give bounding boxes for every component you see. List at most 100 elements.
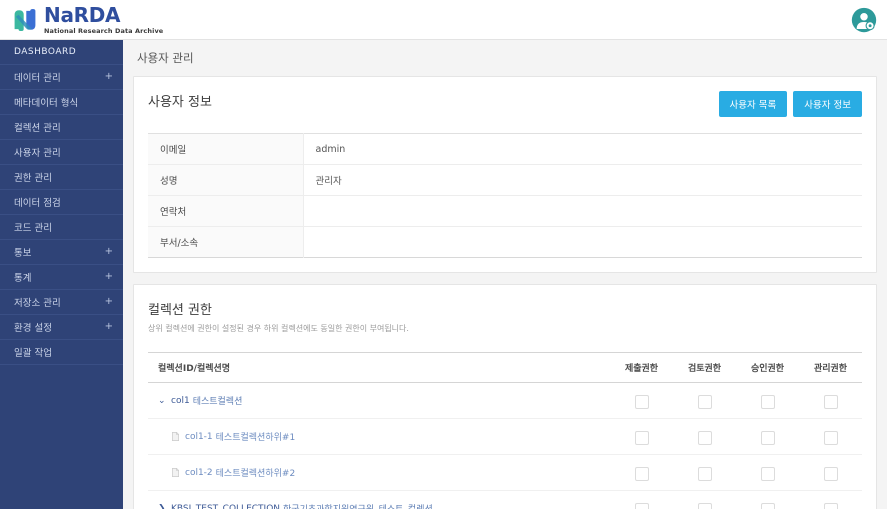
- table-row: ⌄ col1 테스트컬렉션: [148, 383, 862, 419]
- submit-permission-checkbox[interactable]: [634, 430, 649, 445]
- sidebar-item-label: 통보: [14, 248, 32, 259]
- chevron-right-icon[interactable]: ❯: [158, 504, 166, 509]
- approve-permission-checkbox[interactable]: [760, 502, 775, 509]
- collection-name-cell[interactable]: ⌄ col1 테스트컬렉션: [148, 383, 610, 419]
- permission-cell: [673, 419, 736, 455]
- collection-permission-table: 컬렉션ID/컬렉션명 제출권한 검토권한 승인권한 관리권한 ⌄ col1 테스…: [148, 352, 862, 509]
- sidebar-item-label: 사용자 관리: [14, 148, 61, 159]
- row-value: admin: [315, 143, 346, 155]
- user-info-button-group: 사용자 목록 사용자 정보: [718, 91, 862, 117]
- user-list-button[interactable]: 사용자 목록: [718, 91, 788, 117]
- sidebar-item-metadata-format[interactable]: 메타데이터 형식: [0, 90, 123, 115]
- table-row: 성명 관리자: [148, 164, 862, 196]
- brand-title: NaRDA: [44, 2, 121, 27]
- submit-permission-checkbox[interactable]: [634, 466, 649, 481]
- header-collection-name: 컬렉션ID/컬렉션명: [148, 352, 610, 383]
- row-label: 연락처: [148, 195, 304, 227]
- collection-id: col1-1: [185, 431, 213, 442]
- main-content: 사용자 관리 사용자 정보 사용자 목록 사용자 정보 이메일 admin 성명…: [123, 40, 887, 509]
- sidebar-item-label: 일괄 작업: [14, 348, 52, 359]
- review-permission-checkbox[interactable]: [697, 502, 712, 509]
- permission-cell: [673, 455, 736, 491]
- table-row: col1-2 테스트컬렉션하위#2: [148, 455, 862, 491]
- collection-id: KBSI_TEST_COLLECTION: [171, 503, 281, 509]
- manage-permission-checkbox[interactable]: [823, 430, 838, 445]
- review-permission-checkbox[interactable]: [697, 430, 712, 445]
- collection-name-cell[interactable]: col1-1 테스트컬렉션하위#1: [148, 419, 610, 455]
- sidebar-item-collection-management[interactable]: 컬렉션 관리: [0, 115, 123, 140]
- table-row: col1-1 테스트컬렉션하위#1: [148, 419, 862, 455]
- sidebar-item-statistics[interactable]: 통계 +: [0, 265, 123, 290]
- collection-permission-header: 컬렉션 권한 상위 컬렉션에 권한이 설정된 경우 하위 컬렉션에도 동일한 권…: [134, 285, 876, 344]
- collection-id: col1: [171, 395, 190, 406]
- sidebar-item-settings[interactable]: 환경 설정 +: [0, 315, 123, 340]
- approve-permission-checkbox[interactable]: [760, 466, 775, 481]
- review-permission-checkbox[interactable]: [697, 466, 712, 481]
- row-value: 관리자: [315, 176, 342, 187]
- collection-name-cell[interactable]: col1-2 테스트컬렉션하위#2: [148, 455, 610, 491]
- permission-cell: [799, 491, 862, 509]
- review-permission-checkbox[interactable]: [697, 394, 712, 409]
- permission-cell: [736, 419, 799, 455]
- manage-permission-checkbox[interactable]: [823, 394, 838, 409]
- sidebar-item-label: 권한 관리: [14, 173, 52, 184]
- submit-permission-checkbox[interactable]: [634, 502, 649, 509]
- sidebar-item-dashboard[interactable]: DASHBOARD: [0, 40, 123, 65]
- sidebar-item-batch-job[interactable]: 일괄 작업: [0, 340, 123, 365]
- sidebar-item-label: 코드 관리: [14, 223, 52, 234]
- sidebar-item-notification[interactable]: 통보 +: [0, 240, 123, 265]
- top-bar-right: [851, 7, 887, 33]
- brand-subtitle: National Research Data Archive: [44, 26, 164, 35]
- row-label: 성명: [148, 164, 304, 196]
- header-manage-permission: 관리권한: [799, 352, 862, 383]
- sidebar-nav: DASHBOARD 데이터 관리 + 메타데이터 형식 컬렉션 관리 사용자 관…: [0, 40, 123, 509]
- approve-permission-checkbox[interactable]: [760, 394, 775, 409]
- user-info-table: 이메일 admin 성명 관리자 연락처 부서/소속: [148, 133, 862, 258]
- chevron-down-icon[interactable]: ⌄: [158, 396, 166, 406]
- page-header: 사용자 관리: [123, 40, 887, 76]
- user-info-button[interactable]: 사용자 정보: [793, 91, 862, 117]
- sidebar-item-data-inspection[interactable]: 데이터 점검: [0, 190, 123, 215]
- sidebar-item-code-management[interactable]: 코드 관리: [0, 215, 123, 240]
- sidebar-item-user-management[interactable]: 사용자 관리: [0, 140, 123, 165]
- manage-permission-checkbox[interactable]: [823, 502, 838, 509]
- sidebar-item-permission-management[interactable]: 권한 관리: [0, 165, 123, 190]
- collection-label: 테스트컬렉션: [192, 397, 243, 407]
- page-title: 사용자 관리: [137, 51, 194, 65]
- sidebar-item-repository-management[interactable]: 저장소 관리 +: [0, 290, 123, 315]
- collection-id: col1-2: [185, 467, 213, 478]
- collection-permission-card: 컬렉션 권한 상위 컬렉션에 권한이 설정된 경우 하위 컬렉션에도 동일한 권…: [133, 284, 877, 509]
- sidebar-item-label: 환경 설정: [14, 323, 52, 334]
- sidebar-item-label: 저장소 관리: [14, 298, 61, 309]
- plus-icon: +: [104, 246, 113, 257]
- table-row: 부서/소속: [148, 226, 862, 258]
- table-row: ❯ KBSI_TEST_COLLECTION 한국기초과학지원연구원_테스트_컬…: [148, 491, 862, 509]
- manage-permission-checkbox[interactable]: [823, 466, 838, 481]
- narda-n-logo-icon: [14, 8, 36, 31]
- sidebar-item-data-management[interactable]: 데이터 관리 +: [0, 65, 123, 90]
- brand-logo[interactable]: NaRDA National Research Data Archive: [0, 5, 163, 35]
- permission-cell: [736, 455, 799, 491]
- row-label: 부서/소속: [148, 226, 304, 258]
- sidebar-item-label: 컬렉션 관리: [14, 123, 61, 134]
- top-bar: NaRDA National Research Data Archive: [0, 0, 887, 40]
- collection-label: 테스트컬렉션하위#2: [215, 469, 296, 479]
- plus-icon: +: [104, 71, 113, 82]
- permission-cell: [736, 491, 799, 509]
- submit-permission-checkbox[interactable]: [634, 394, 649, 409]
- file-icon: [172, 468, 179, 477]
- permission-cell: [673, 491, 736, 509]
- header-approve-permission: 승인권한: [736, 352, 799, 383]
- table-row: 연락처: [148, 195, 862, 227]
- permission-cell: [673, 383, 736, 419]
- user-info-card: 사용자 정보 사용자 목록 사용자 정보 이메일 admin 성명 관리자 연락…: [133, 76, 877, 273]
- collection-label: 테스트컬렉션하위#1: [215, 433, 296, 443]
- header-review-permission: 검토권한: [673, 352, 736, 383]
- user-account-gear-icon[interactable]: [851, 7, 877, 33]
- sidebar-item-label: 메타데이터 형식: [14, 98, 79, 109]
- collection-name-cell[interactable]: ❯ KBSI_TEST_COLLECTION 한국기초과학지원연구원_테스트_컬…: [148, 491, 610, 509]
- approve-permission-checkbox[interactable]: [760, 430, 775, 445]
- permission-cell: [799, 455, 862, 491]
- table-header-row: 컬렉션ID/컬렉션명 제출권한 검토권한 승인권한 관리권한: [148, 352, 862, 383]
- permission-cell: [799, 419, 862, 455]
